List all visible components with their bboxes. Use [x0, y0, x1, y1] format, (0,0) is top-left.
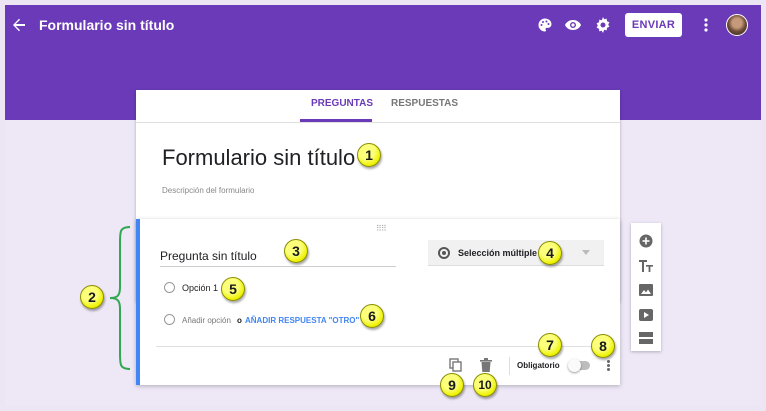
callout-10: 10 — [473, 373, 497, 397]
video-icon[interactable] — [638, 307, 654, 323]
callout-7: 7 — [538, 333, 562, 357]
add-other-link[interactable]: AÑADIR RESPUESTA "OTRO" — [245, 316, 359, 325]
more-vert-icon[interactable] — [696, 15, 716, 35]
trash-icon[interactable] — [478, 357, 494, 373]
more-vert-icon[interactable] — [605, 359, 611, 373]
callout-9: 9 — [440, 373, 464, 397]
brace-annotation — [109, 226, 131, 370]
callout-6: 6 — [360, 304, 384, 328]
form-title[interactable]: Formulario sin título — [162, 145, 355, 171]
tab-preguntas[interactable]: PREGUNTAS — [311, 98, 373, 109]
image-icon[interactable] — [638, 282, 654, 298]
chevron-down-icon — [582, 250, 590, 255]
send-button[interactable]: ENVIAR — [625, 13, 682, 37]
add-option-radio — [164, 314, 175, 325]
option-1-label[interactable]: Opción 1 — [182, 283, 218, 293]
footer-divider — [156, 346, 604, 347]
eye-icon[interactable] — [563, 15, 583, 35]
required-toggle[interactable] — [568, 359, 590, 372]
callout-1: 1 — [357, 143, 381, 167]
title-text-icon[interactable] — [638, 258, 654, 274]
question-type-label: Selección múltiple — [458, 248, 538, 258]
app-title: Formulario sin título — [39, 17, 175, 33]
callout-2: 2 — [80, 285, 104, 309]
drag-handle-icon[interactable]: ⠿⠿ — [376, 224, 387, 233]
avatar[interactable] — [726, 14, 748, 36]
add-circle-icon[interactable] — [638, 233, 654, 249]
option-radio — [164, 282, 175, 293]
tab-respuestas[interactable]: RESPUESTAS — [391, 98, 458, 109]
required-label: Obligatorio — [517, 361, 560, 370]
screenshot-frame: Formulario sin título ENVIAR PREGUNTAS R… — [5, 5, 761, 406]
gear-icon[interactable] — [593, 15, 613, 35]
footer-separator — [509, 357, 510, 375]
duplicate-icon[interactable] — [447, 357, 463, 373]
back-arrow-icon[interactable] — [11, 17, 29, 35]
section-icon[interactable] — [638, 330, 654, 346]
question-title-input[interactable] — [160, 245, 396, 267]
or-text: o — [237, 316, 242, 325]
toggle-knob — [568, 359, 581, 372]
question-type-dropdown[interactable]: Selección múltiple — [428, 240, 604, 266]
callout-5: 5 — [221, 277, 245, 301]
callout-4: 4 — [538, 241, 562, 265]
callout-3: 3 — [284, 239, 308, 263]
tab-divider — [136, 122, 620, 123]
callout-8: 8 — [591, 334, 615, 358]
add-option-link[interactable]: Añadir opción — [182, 316, 231, 325]
form-description-field[interactable]: Descripción del formulario — [162, 186, 254, 195]
side-toolbar — [631, 223, 661, 351]
radio-button-icon — [438, 247, 450, 259]
palette-icon[interactable] — [535, 15, 555, 35]
